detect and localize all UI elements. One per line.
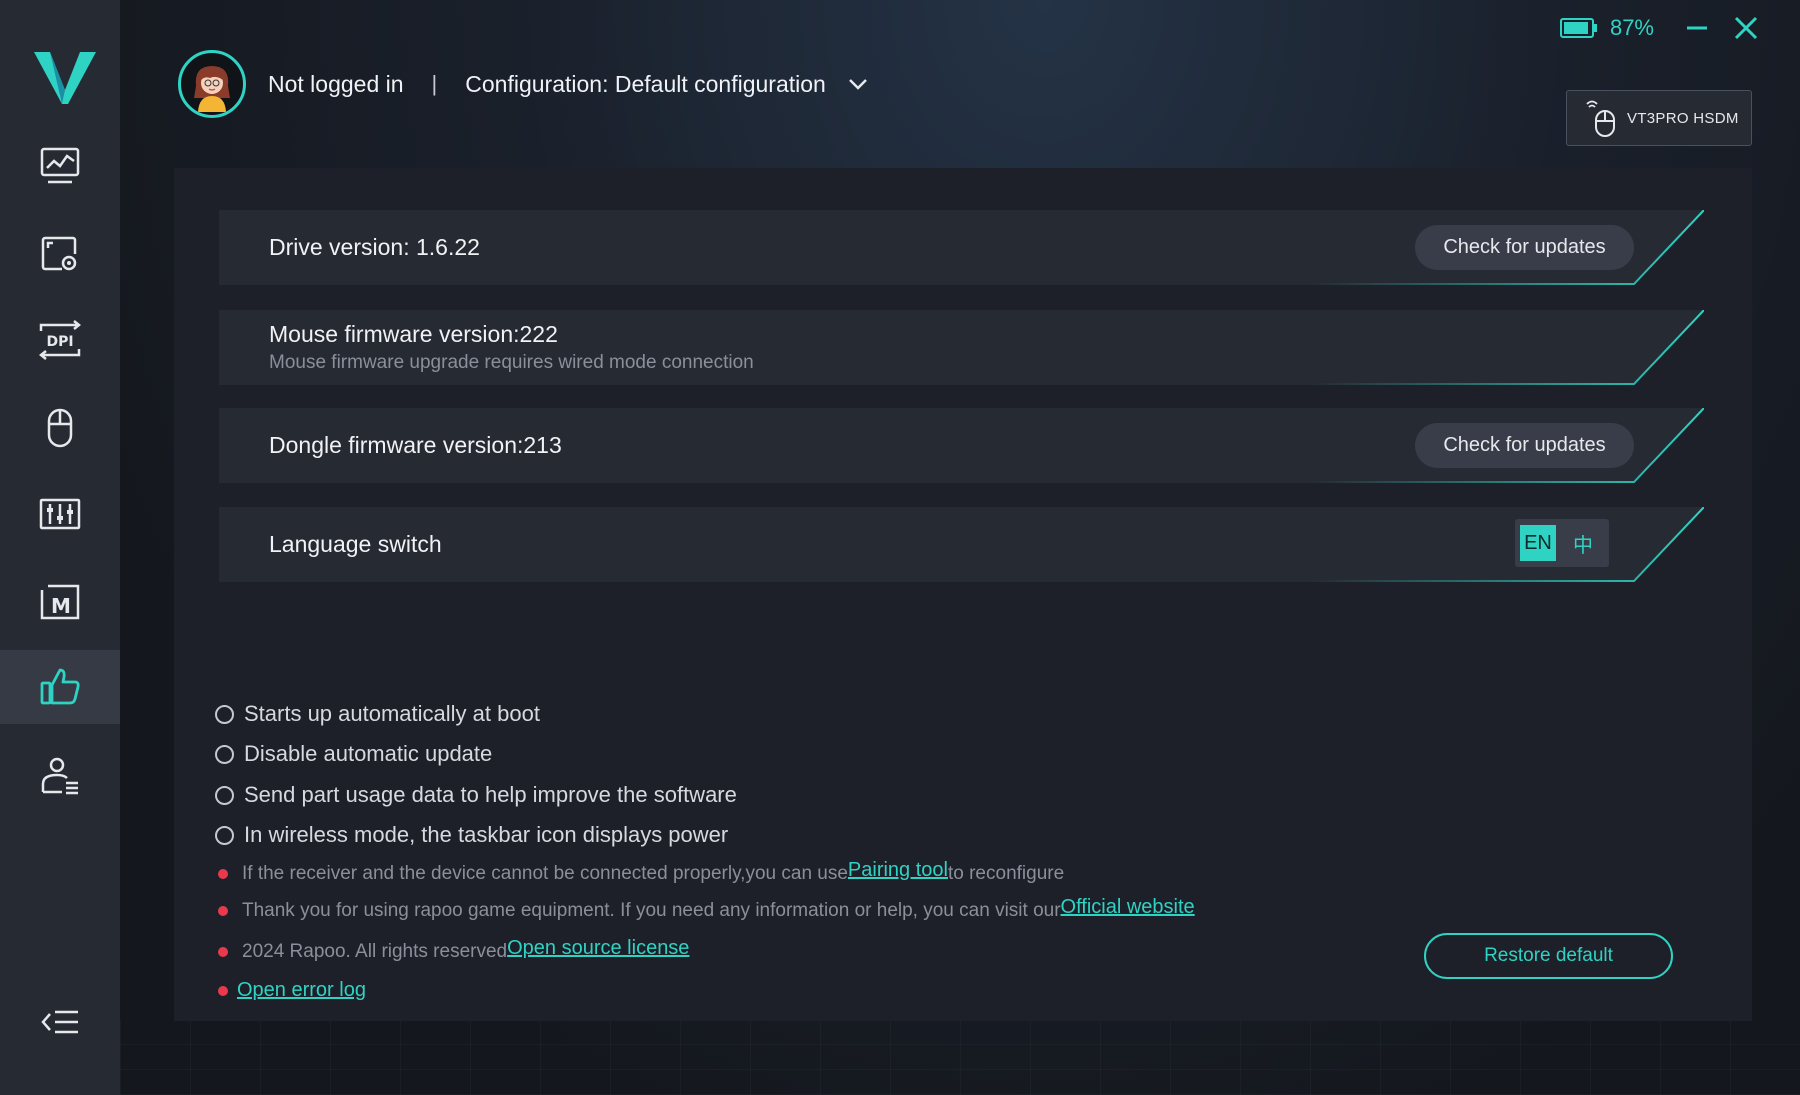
sidebar-item-mouse[interactable] xyxy=(0,391,120,465)
pairing-note-suffix: to reconfigure xyxy=(947,862,1065,884)
mouse-firmware-version: Mouse firmware version:222 xyxy=(269,321,558,347)
dongle-firmware-version: Dongle firmware version:213 xyxy=(269,432,562,458)
check-updates-dongle-button[interactable]: Check for updates xyxy=(1415,423,1634,468)
pairing-note: If the receiver and the device cannot be… xyxy=(218,859,1065,885)
chevron-down-icon[interactable] xyxy=(846,72,870,96)
settings-panel: Drive version: 1.6.22 Check for updates … xyxy=(174,168,1752,1021)
mouse-icon xyxy=(47,408,73,448)
thanks-note: Thank you for using rapoo game equipment… xyxy=(218,896,1195,922)
avatar[interactable] xyxy=(178,50,246,118)
svg-text:M: M xyxy=(51,594,71,618)
sidebar-item-dpi[interactable]: DPI xyxy=(0,303,120,377)
usage-data-radio[interactable] xyxy=(215,785,234,805)
device-selector-button[interactable]: VT3PRO HSDM xyxy=(1566,90,1752,146)
device-name: VT3PRO HSDM xyxy=(1627,109,1739,127)
screen-settings-icon xyxy=(41,236,77,271)
battery-icon xyxy=(1559,18,1597,38)
open-error-log-link[interactable]: Open error log xyxy=(237,979,366,1002)
option-usage-data[interactable]: Send part usage data to help improve the… xyxy=(215,782,737,808)
decorative-grid xyxy=(120,1020,1800,1095)
pairing-tool-link[interactable]: Pairing tool xyxy=(848,859,948,882)
restore-default-button[interactable]: Restore default xyxy=(1424,933,1673,979)
open-source-license-link[interactable]: Open source license xyxy=(507,937,689,960)
battery-indicator: 87% xyxy=(1559,15,1654,41)
dpi-icon: DPI xyxy=(38,320,82,360)
drive-version-row: Drive version: 1.6.22 Check for updates xyxy=(219,210,1704,285)
sidebar-item-settings[interactable] xyxy=(0,650,120,724)
battery-percentage: 87% xyxy=(1609,15,1654,40)
sidebar-item-macro[interactable]: M xyxy=(0,565,120,639)
autostart-radio[interactable] xyxy=(215,704,234,724)
bullet-dot xyxy=(218,868,228,879)
sidebar: DPI M xyxy=(0,0,120,1095)
collapse-menu-icon xyxy=(41,1010,78,1034)
copyright-note: 2024 Rapoo. All rights reserved Open sou… xyxy=(218,937,689,963)
login-status[interactable]: Not logged in xyxy=(268,71,404,98)
official-website-link[interactable]: Official website xyxy=(1061,896,1195,919)
sidebar-item-equalizer[interactable] xyxy=(0,477,120,551)
dongle-firmware-row: Dongle firmware version:213 Check for up… xyxy=(219,408,1704,483)
option-label: Disable automatic update xyxy=(244,741,493,766)
macro-icon: M xyxy=(40,584,80,620)
pairing-note-prefix: If the receiver and the device cannot be… xyxy=(242,862,848,884)
drive-version: Drive version: 1.6.22 xyxy=(269,234,480,260)
equalizer-icon xyxy=(39,498,81,530)
user-avatar-icon xyxy=(194,66,230,112)
thanks-note-text: Thank you for using rapoo game equipment… xyxy=(242,899,1061,921)
wireless-mouse-icon xyxy=(1586,100,1615,137)
sidebar-item-performance[interactable] xyxy=(0,129,120,203)
performance-chart-icon xyxy=(40,147,80,184)
language-zh-button[interactable]: 中 xyxy=(1563,525,1603,561)
bullet-dot xyxy=(218,946,228,957)
sidebar-collapse-button[interactable] xyxy=(0,985,120,1059)
sidebar-item-screen-settings[interactable] xyxy=(0,217,120,291)
option-label: Starts up automatically at boot xyxy=(244,701,540,726)
app-logo-icon xyxy=(34,52,96,104)
disable-autoupdate-radio[interactable] xyxy=(215,744,234,764)
user-list-icon xyxy=(41,757,78,795)
header-divider: | xyxy=(431,71,438,96)
language-switch-label: Language switch xyxy=(269,531,442,557)
option-label: Send part usage data to help improve the… xyxy=(244,782,737,807)
window-controls: 87% xyxy=(1559,14,1760,42)
language-row: Language switch EN 中 xyxy=(219,507,1704,582)
option-disable-autoupdate[interactable]: Disable automatic update xyxy=(215,741,492,767)
configuration-selector[interactable]: Configuration: Default configuration xyxy=(465,71,826,98)
language-en-button[interactable]: EN xyxy=(1520,525,1556,561)
mouse-firmware-row: Mouse firmware version:222 Mouse firmwar… xyxy=(219,310,1704,385)
error-log-note: Open error log xyxy=(218,979,366,1002)
sidebar-item-user[interactable] xyxy=(0,739,120,813)
option-label: In wireless mode, the taskbar icon displ… xyxy=(244,822,729,847)
option-taskbar-power[interactable]: In wireless mode, the taskbar icon displ… xyxy=(215,822,728,848)
svg-text:DPI: DPI xyxy=(46,334,73,350)
language-toggle: EN 中 xyxy=(1515,519,1609,567)
header: Not logged in | Configuration: Default c… xyxy=(178,49,870,119)
minimize-icon[interactable] xyxy=(1684,15,1710,41)
check-updates-drive-button[interactable]: Check for updates xyxy=(1415,225,1634,270)
copyright-text: 2024 Rapoo. All rights reserved xyxy=(242,940,508,962)
bullet-dot xyxy=(218,905,228,916)
close-icon[interactable] xyxy=(1732,14,1760,42)
option-autostart[interactable]: Starts up automatically at boot xyxy=(215,701,540,727)
bullet-dot xyxy=(218,985,228,996)
taskbar-power-radio[interactable] xyxy=(215,825,234,845)
thumbs-up-icon xyxy=(40,668,80,705)
mouse-firmware-note: Mouse firmware upgrade requires wired mo… xyxy=(269,352,754,373)
